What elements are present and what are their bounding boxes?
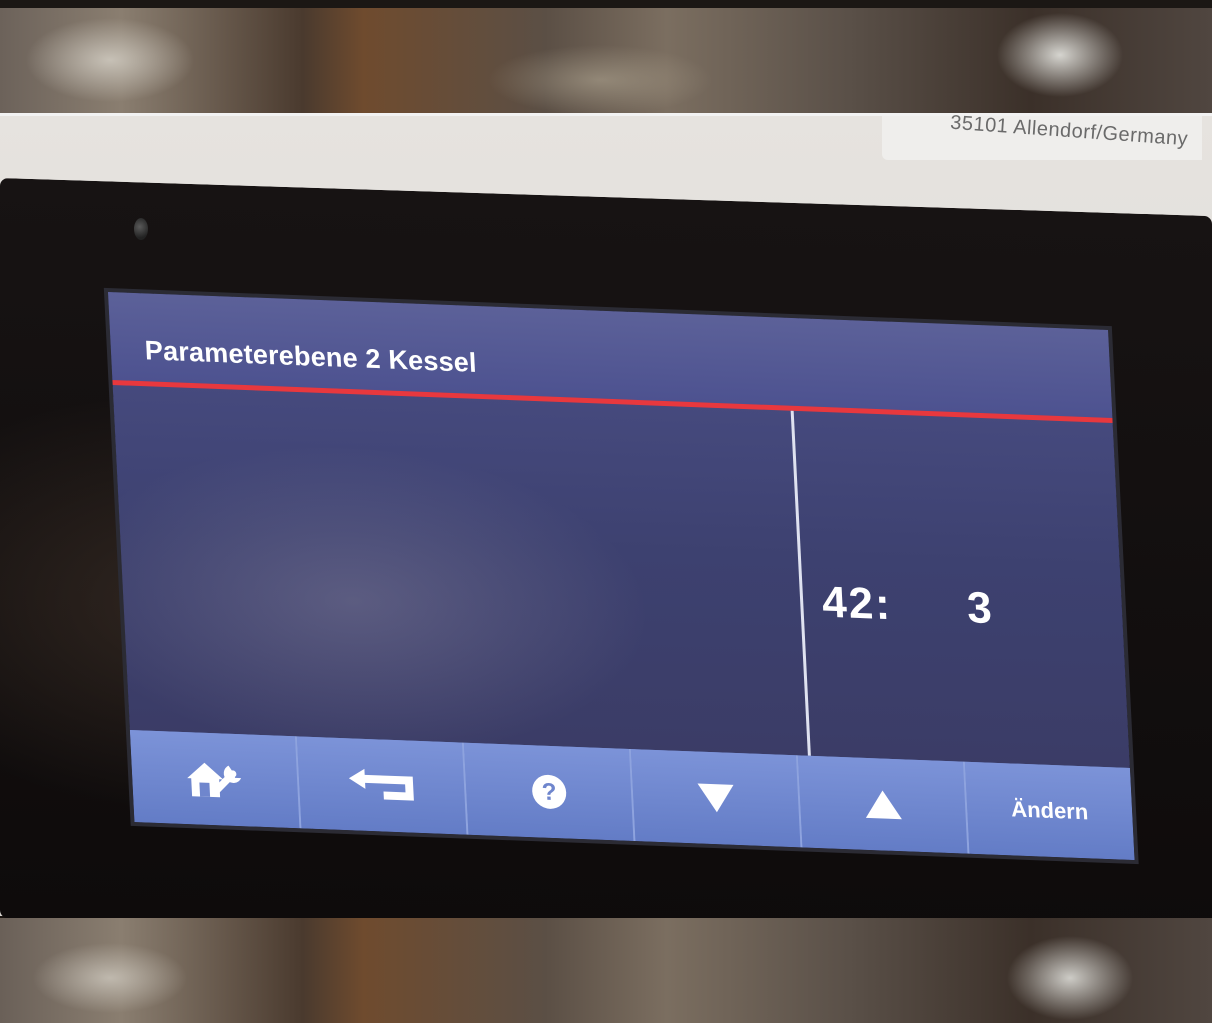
parameter-number: 42: bbox=[820, 577, 893, 630]
triangle-up-icon bbox=[862, 788, 904, 822]
return-arrow-icon bbox=[346, 766, 418, 805]
up-button[interactable] bbox=[797, 755, 970, 854]
device-label-text: 35101 Allendorf/Germany bbox=[949, 111, 1189, 151]
device-label: 35101 Allendorf/Germany bbox=[882, 112, 1202, 160]
content-area: 42: 3 bbox=[113, 385, 1130, 768]
service-button[interactable] bbox=[129, 730, 302, 829]
background-strip-bottom bbox=[0, 918, 1212, 1023]
change-button-label: Ändern bbox=[1010, 796, 1089, 825]
help-button[interactable]: ? bbox=[463, 742, 636, 842]
background-strip-top bbox=[0, 0, 1212, 113]
lcd-screen: Parameterebene 2 Kessel 42: 3 ? Ändern bbox=[108, 292, 1135, 860]
change-button[interactable]: Ändern bbox=[964, 761, 1135, 860]
photo: 35101 Allendorf/Germany Parameterebene 2… bbox=[0, 0, 1212, 1023]
column-divider bbox=[790, 410, 811, 756]
back-button[interactable] bbox=[296, 736, 469, 835]
question-mark-icon: ? bbox=[529, 772, 569, 811]
light-sensor bbox=[134, 218, 148, 240]
parameter-value[interactable]: 3 bbox=[966, 583, 993, 634]
house-wrench-icon bbox=[182, 756, 248, 802]
svg-text:?: ? bbox=[541, 779, 557, 807]
page-title: Parameterebene 2 Kessel bbox=[144, 335, 478, 378]
triangle-down-icon bbox=[695, 781, 737, 815]
down-button[interactable] bbox=[630, 749, 803, 848]
